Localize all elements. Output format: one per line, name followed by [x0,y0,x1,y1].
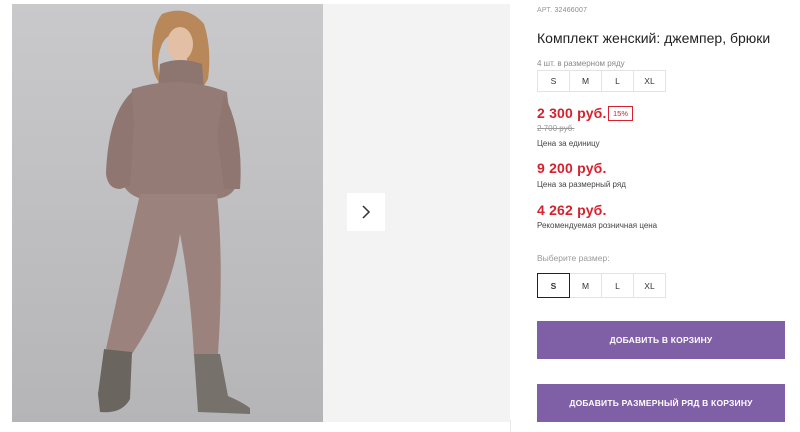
size-option-l[interactable]: L [601,273,634,298]
pack-size-l: L [601,70,634,92]
chevron-right-icon [362,205,371,219]
divider [510,420,511,432]
article-value: 32466007 [554,7,588,14]
product-title: Комплект женский: джемпер, брюки [537,30,771,46]
pack-size-m: M [569,70,602,92]
gallery-next-button[interactable] [347,193,385,231]
size-option-s[interactable]: S [537,273,570,298]
article-number: АРТ. 32466007 [537,7,587,14]
retail-price-caption: Рекомендуемая розничная цена [537,221,658,230]
pack-sizes: S M L XL [537,70,666,92]
unit-price: 2 300 руб. [537,105,607,121]
retail-price: 4 262 руб. [537,202,607,218]
product-photo [12,4,323,422]
old-price: 2 700 руб. [537,124,575,133]
pack-note: 4 шт. в размерном ряду [537,59,625,68]
product-details: АРТ. 32466007 Комплект женский: джемпер,… [537,0,792,432]
product-gallery [0,0,510,432]
article-label: АРТ. [537,7,553,14]
size-option-xl[interactable]: XL [633,273,666,298]
size-picker: S M L XL [537,273,666,298]
pack-size-s: S [537,70,570,92]
size-option-m[interactable]: M [569,273,602,298]
size-picker-label: Выберите размер: [537,253,610,263]
add-pack-to-cart-button[interactable]: ДОБАВИТЬ РАЗМЕРНЫЙ РЯД В КОРЗИНУ [537,384,785,422]
model-figure-image [98,10,250,414]
pack-price-caption: Цена за размерный ряд [537,180,626,189]
pack-size-xl: XL [633,70,666,92]
discount-badge: 15% [608,106,634,121]
unit-price-caption: Цена за единицу [537,139,600,148]
pack-price: 9 200 руб. [537,160,607,176]
add-to-cart-button[interactable]: ДОБАВИТЬ В КОРЗИНУ [537,321,785,359]
